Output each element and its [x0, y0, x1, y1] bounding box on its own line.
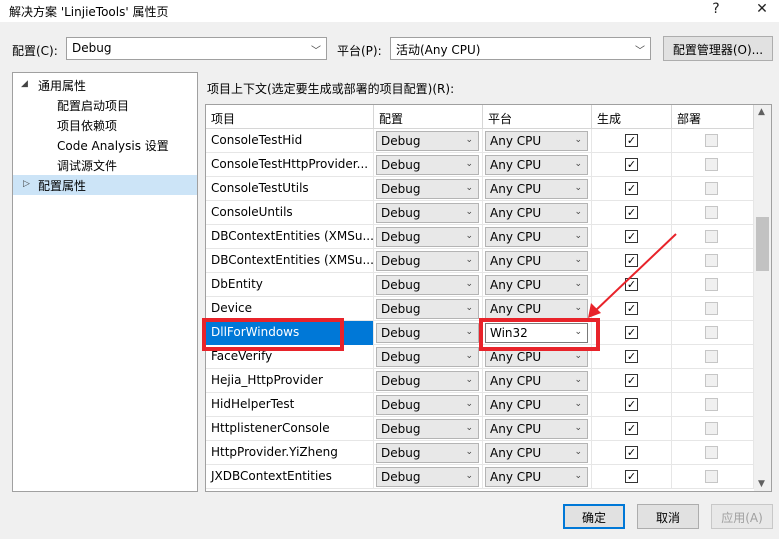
annotation-arrow — [588, 233, 677, 318]
ok-button[interactable]: 确定 — [563, 504, 625, 529]
apply-button[interactable]: 应用(A) — [711, 504, 773, 529]
cancel-button[interactable]: 取消 — [637, 504, 699, 529]
